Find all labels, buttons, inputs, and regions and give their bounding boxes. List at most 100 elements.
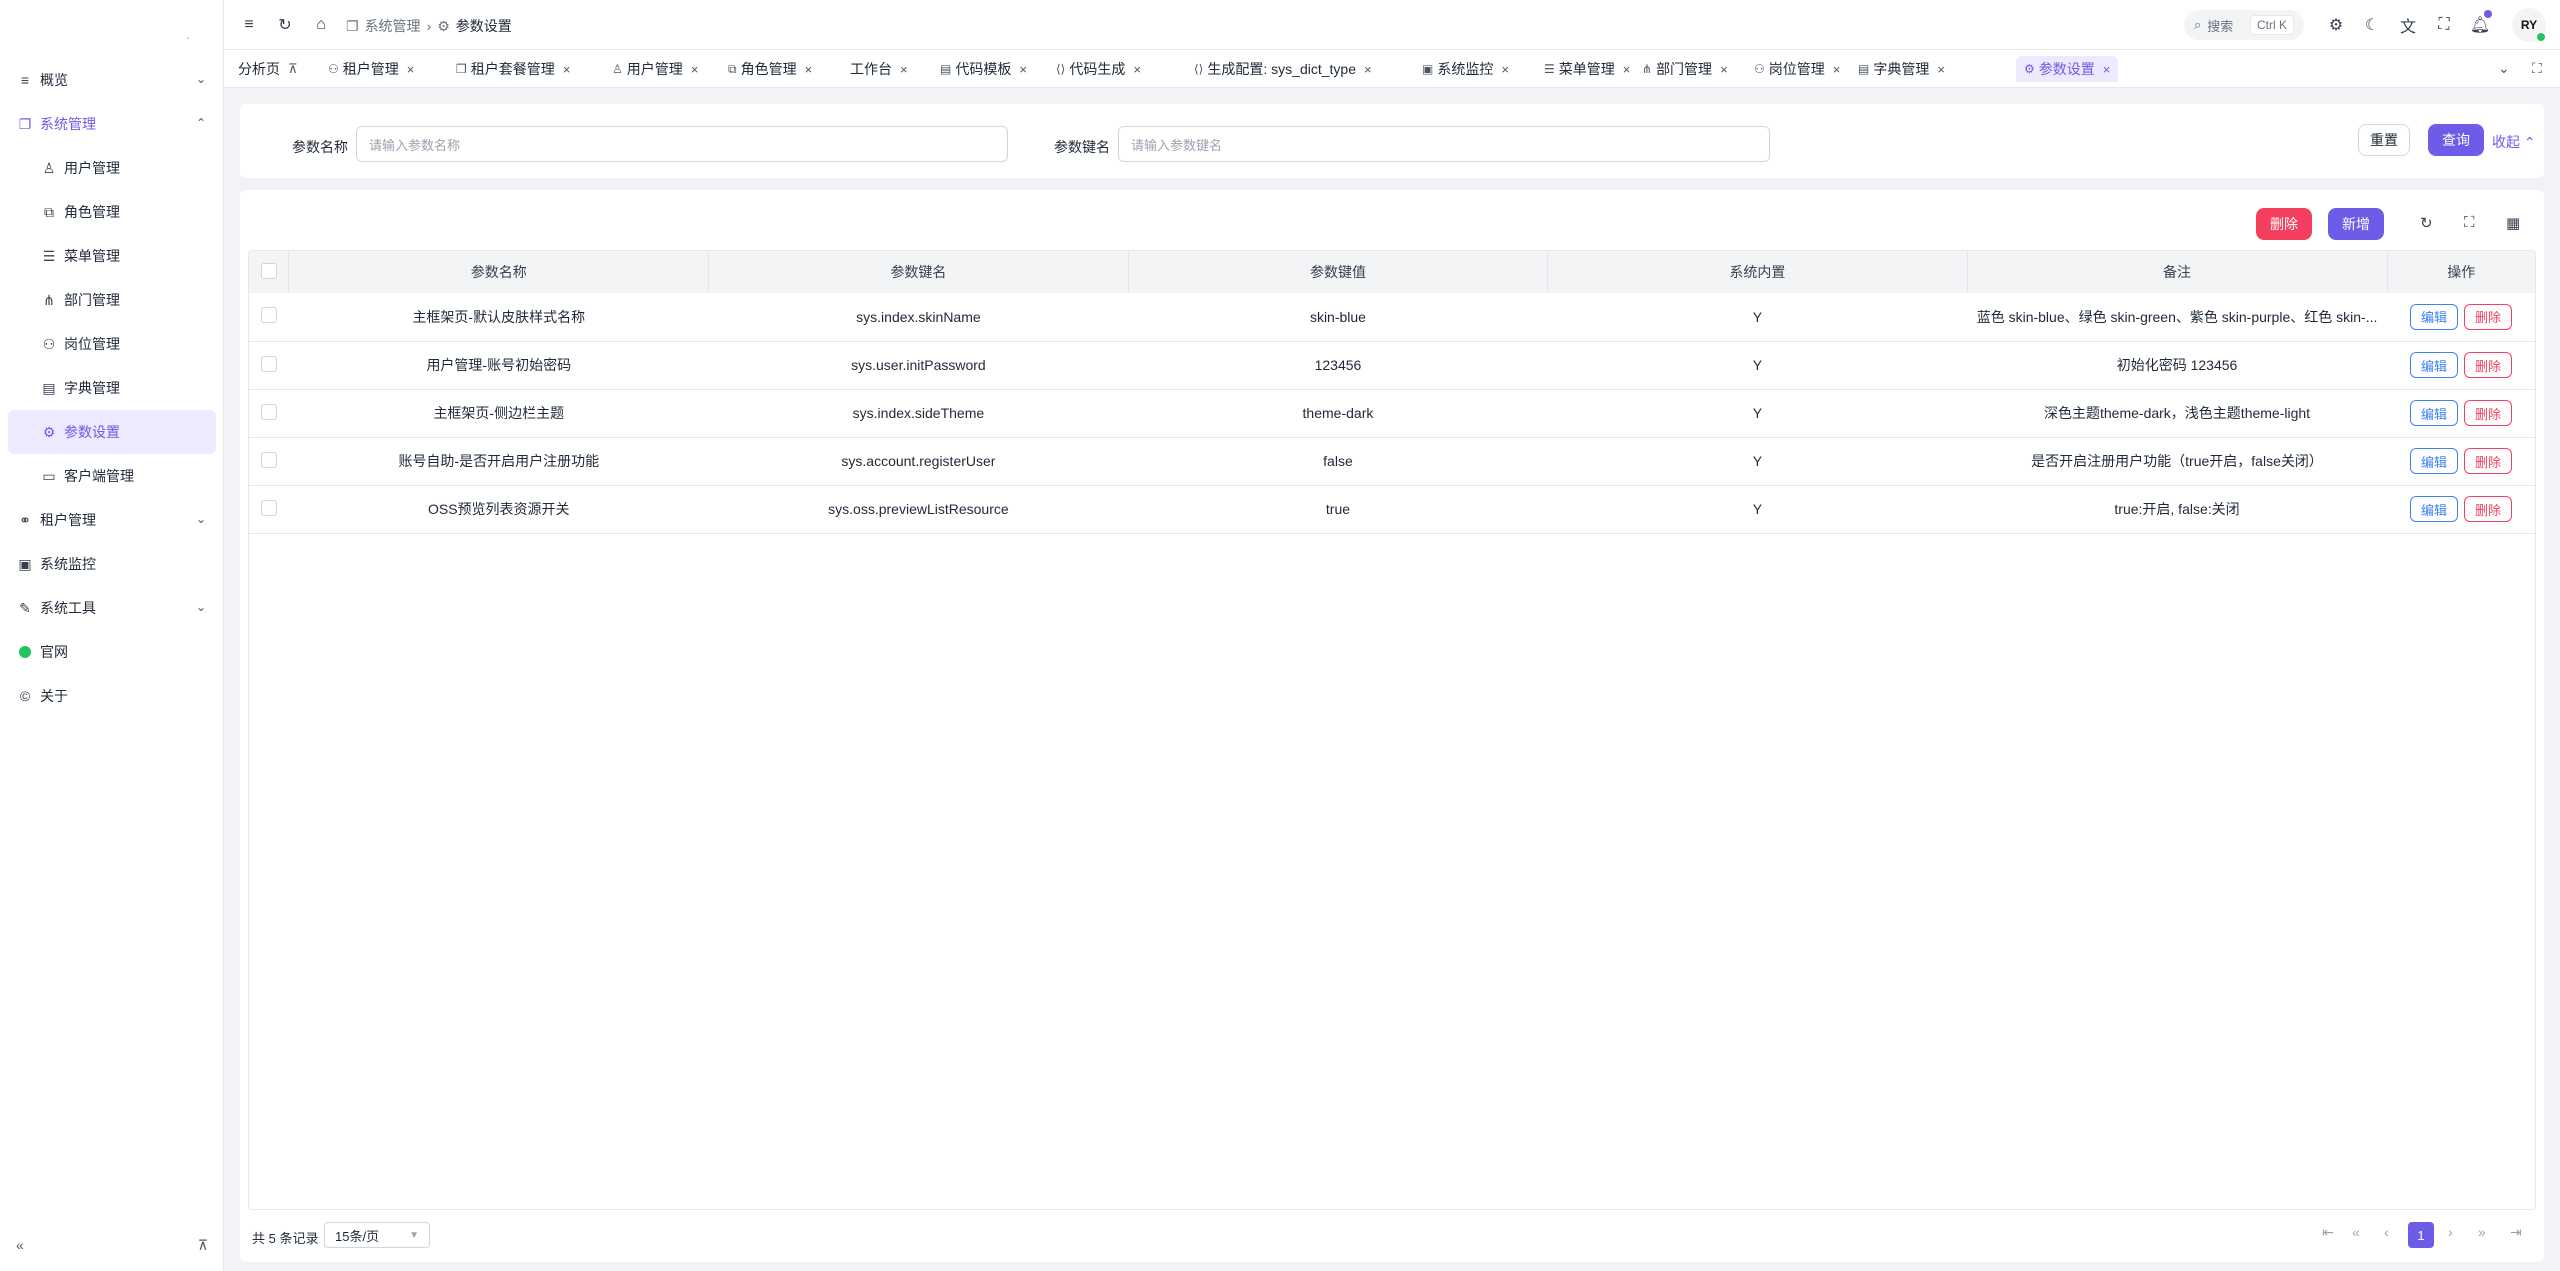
sidebar-item[interactable]: ▤ 字典管理	[0, 366, 224, 410]
settings-icon[interactable]: ⚙	[2325, 14, 2347, 36]
close-icon[interactable]: ×	[805, 62, 813, 77]
sidebar-item[interactable]: ▭ 客户端管理	[0, 454, 224, 498]
delete-button[interactable]: 删除	[2464, 496, 2513, 522]
next-group-icon[interactable]: »	[2478, 1224, 2486, 1240]
close-icon[interactable]: ×	[1501, 62, 1509, 77]
maximize-icon[interactable]: ⛶	[2532, 60, 2542, 77]
sidebar-item[interactable]: ⧉ 角色管理	[0, 190, 224, 234]
column-settings-icon[interactable]: ▦	[2506, 214, 2520, 232]
collapse-link[interactable]: 收起 ⌃	[2492, 132, 2536, 152]
close-icon[interactable]: ×	[1364, 62, 1372, 77]
pin-icon[interactable]: ⊼	[198, 1237, 208, 1254]
row-checkbox[interactable]	[249, 293, 289, 341]
param-name-input[interactable]: 请输入参数名称	[356, 126, 1008, 162]
first-page-icon[interactable]: ⇤	[2322, 1224, 2334, 1241]
batch-delete-button[interactable]: 删除	[2256, 208, 2312, 240]
tab[interactable]: ⧉ 角色管理 ×	[728, 56, 812, 82]
close-icon[interactable]: ×	[1019, 62, 1027, 77]
sidebar-item[interactable]: ♙ 用户管理	[0, 146, 224, 190]
delete-button[interactable]: 删除	[2464, 303, 2513, 330]
tab[interactable]: 工作台 ×	[850, 56, 908, 82]
sidebar-item[interactable]: © 关于	[0, 674, 224, 718]
prev-page-icon[interactable]: ‹	[2384, 1224, 2389, 1240]
edit-button[interactable]: 编辑	[2409, 496, 2458, 522]
chevron-down-icon[interactable]: ⌄	[2498, 60, 2510, 77]
close-icon[interactable]: ×	[1623, 62, 1631, 77]
close-icon[interactable]: ×	[1833, 62, 1841, 77]
translate-icon[interactable]: 文	[2397, 14, 2419, 36]
fullscreen-icon[interactable]: ⛶	[2433, 14, 2455, 36]
tab[interactable]: ⚇ 租户管理 ×	[328, 56, 414, 82]
sidebar-item[interactable]: ☰ 菜单管理	[0, 234, 224, 278]
tab[interactable]: ▣ 系统监控 ×	[1422, 56, 1509, 82]
prev-group-icon[interactable]: «	[2352, 1224, 2360, 1240]
sidebar-item[interactable]: ⚇ 岗位管理	[0, 322, 224, 366]
close-icon[interactable]: ×	[563, 62, 571, 77]
row-checkbox[interactable]	[249, 389, 289, 437]
pin-icon[interactable]: ⊼	[288, 61, 298, 77]
row-checkbox[interactable]	[249, 437, 289, 485]
delete-button[interactable]: 删除	[2464, 352, 2513, 378]
row-checkbox[interactable]	[249, 341, 289, 389]
reset-button[interactable]: 重置	[2358, 124, 2410, 156]
search-box[interactable]: ⌕ 搜索 Ctrl K	[2184, 10, 2304, 40]
sidebar-item[interactable]: ⚙ 参数设置	[8, 410, 216, 454]
tab[interactable]: ♙ 用户管理 ×	[612, 56, 698, 82]
tab[interactable]: ⚇ 岗位管理 ×	[1754, 56, 1840, 82]
row-checkbox[interactable]	[249, 485, 289, 533]
page-number[interactable]: 1	[2408, 1222, 2434, 1248]
close-icon[interactable]: ×	[900, 62, 908, 77]
monitor-icon: ▣	[18, 555, 32, 572]
logo: .	[186, 26, 190, 42]
edit-button[interactable]: 编辑	[2409, 352, 2458, 378]
close-icon[interactable]: ×	[407, 62, 415, 77]
add-button[interactable]: 新增	[2328, 208, 2384, 240]
client-icon: ▭	[42, 467, 56, 484]
tab[interactable]: ❒ 租户套餐管理 ×	[456, 56, 570, 82]
edit-button[interactable]: 编辑	[2409, 448, 2458, 474]
dark-mode-icon[interactable]: ☾	[2361, 14, 2383, 36]
sidebar-item[interactable]: 官网	[0, 630, 224, 674]
sidebar-item[interactable]: ≡ 概览 ⌄	[0, 58, 224, 102]
home-icon[interactable]: ⌂	[310, 14, 332, 36]
close-icon[interactable]: ×	[1133, 62, 1141, 77]
sidebar-item[interactable]: ✎ 系统工具 ⌄	[0, 586, 224, 630]
menu-toggle-icon[interactable]: ≡	[238, 14, 260, 36]
select-all-checkbox[interactable]	[249, 251, 290, 293]
tab[interactable]: ⟨⟩ 生成配置: sys_dict_type ×	[1194, 56, 1372, 82]
tab[interactable]: ▤ 字典管理 ×	[1858, 56, 1945, 82]
collapse-sidebar-icon[interactable]: «	[16, 1237, 24, 1253]
tab[interactable]: ⟨⟩ 代码生成 ×	[1056, 56, 1141, 82]
breadcrumb-item[interactable]: 系统管理	[365, 16, 421, 36]
tab[interactable]: ☰ 菜单管理 ×	[1544, 56, 1630, 82]
table-cell: sys.account.registerUser	[841, 453, 996, 469]
delete-button[interactable]: 删除	[2464, 448, 2513, 474]
close-icon[interactable]: ×	[1720, 62, 1728, 77]
sidebar-item[interactable]: ⚭ 租户管理 ⌄	[0, 498, 224, 542]
edit-button[interactable]: 编辑	[2409, 400, 2458, 426]
dict-icon: ▤	[42, 379, 56, 396]
close-icon[interactable]: ×	[691, 62, 699, 77]
refresh-icon[interactable]: ↻	[274, 14, 296, 36]
sidebar-item[interactable]: ▣ 系统监控	[0, 542, 224, 586]
tab[interactable]: ⋔ 部门管理 ×	[1642, 56, 1728, 82]
fullscreen-table-icon[interactable]: ⛶	[2464, 214, 2475, 231]
avatar[interactable]: RY	[2512, 8, 2546, 42]
param-key-input[interactable]: 请输入参数键名	[1118, 126, 1770, 162]
refresh-table-icon[interactable]: ↻	[2420, 214, 2433, 232]
query-button[interactable]: 查询	[2428, 124, 2484, 156]
close-icon[interactable]: ×	[2103, 62, 2111, 77]
tab[interactable]: ▤ 代码模板 ×	[940, 56, 1027, 82]
tab[interactable]: ⚙ 参数设置 ×	[2016, 56, 2119, 82]
page-size-select[interactable]: 15条/页 ▼	[324, 1222, 430, 1248]
edit-button[interactable]: 编辑	[2409, 303, 2458, 330]
delete-button[interactable]: 删除	[2464, 400, 2513, 426]
table-cell: theme-dark	[1302, 405, 1374, 421]
sidebar-item[interactable]: ❐ 系统管理 ⌃	[0, 102, 224, 146]
last-page-icon[interactable]: ⇥	[2510, 1224, 2522, 1241]
next-page-icon[interactable]: ›	[2448, 1224, 2453, 1240]
sidebar-item[interactable]: ⋔ 部门管理	[0, 278, 224, 322]
table-cell: 账号自助-是否开启用户注册功能	[398, 453, 600, 469]
close-icon[interactable]: ×	[1937, 62, 1945, 77]
tab[interactable]: 分析页 ⊼	[238, 56, 298, 82]
